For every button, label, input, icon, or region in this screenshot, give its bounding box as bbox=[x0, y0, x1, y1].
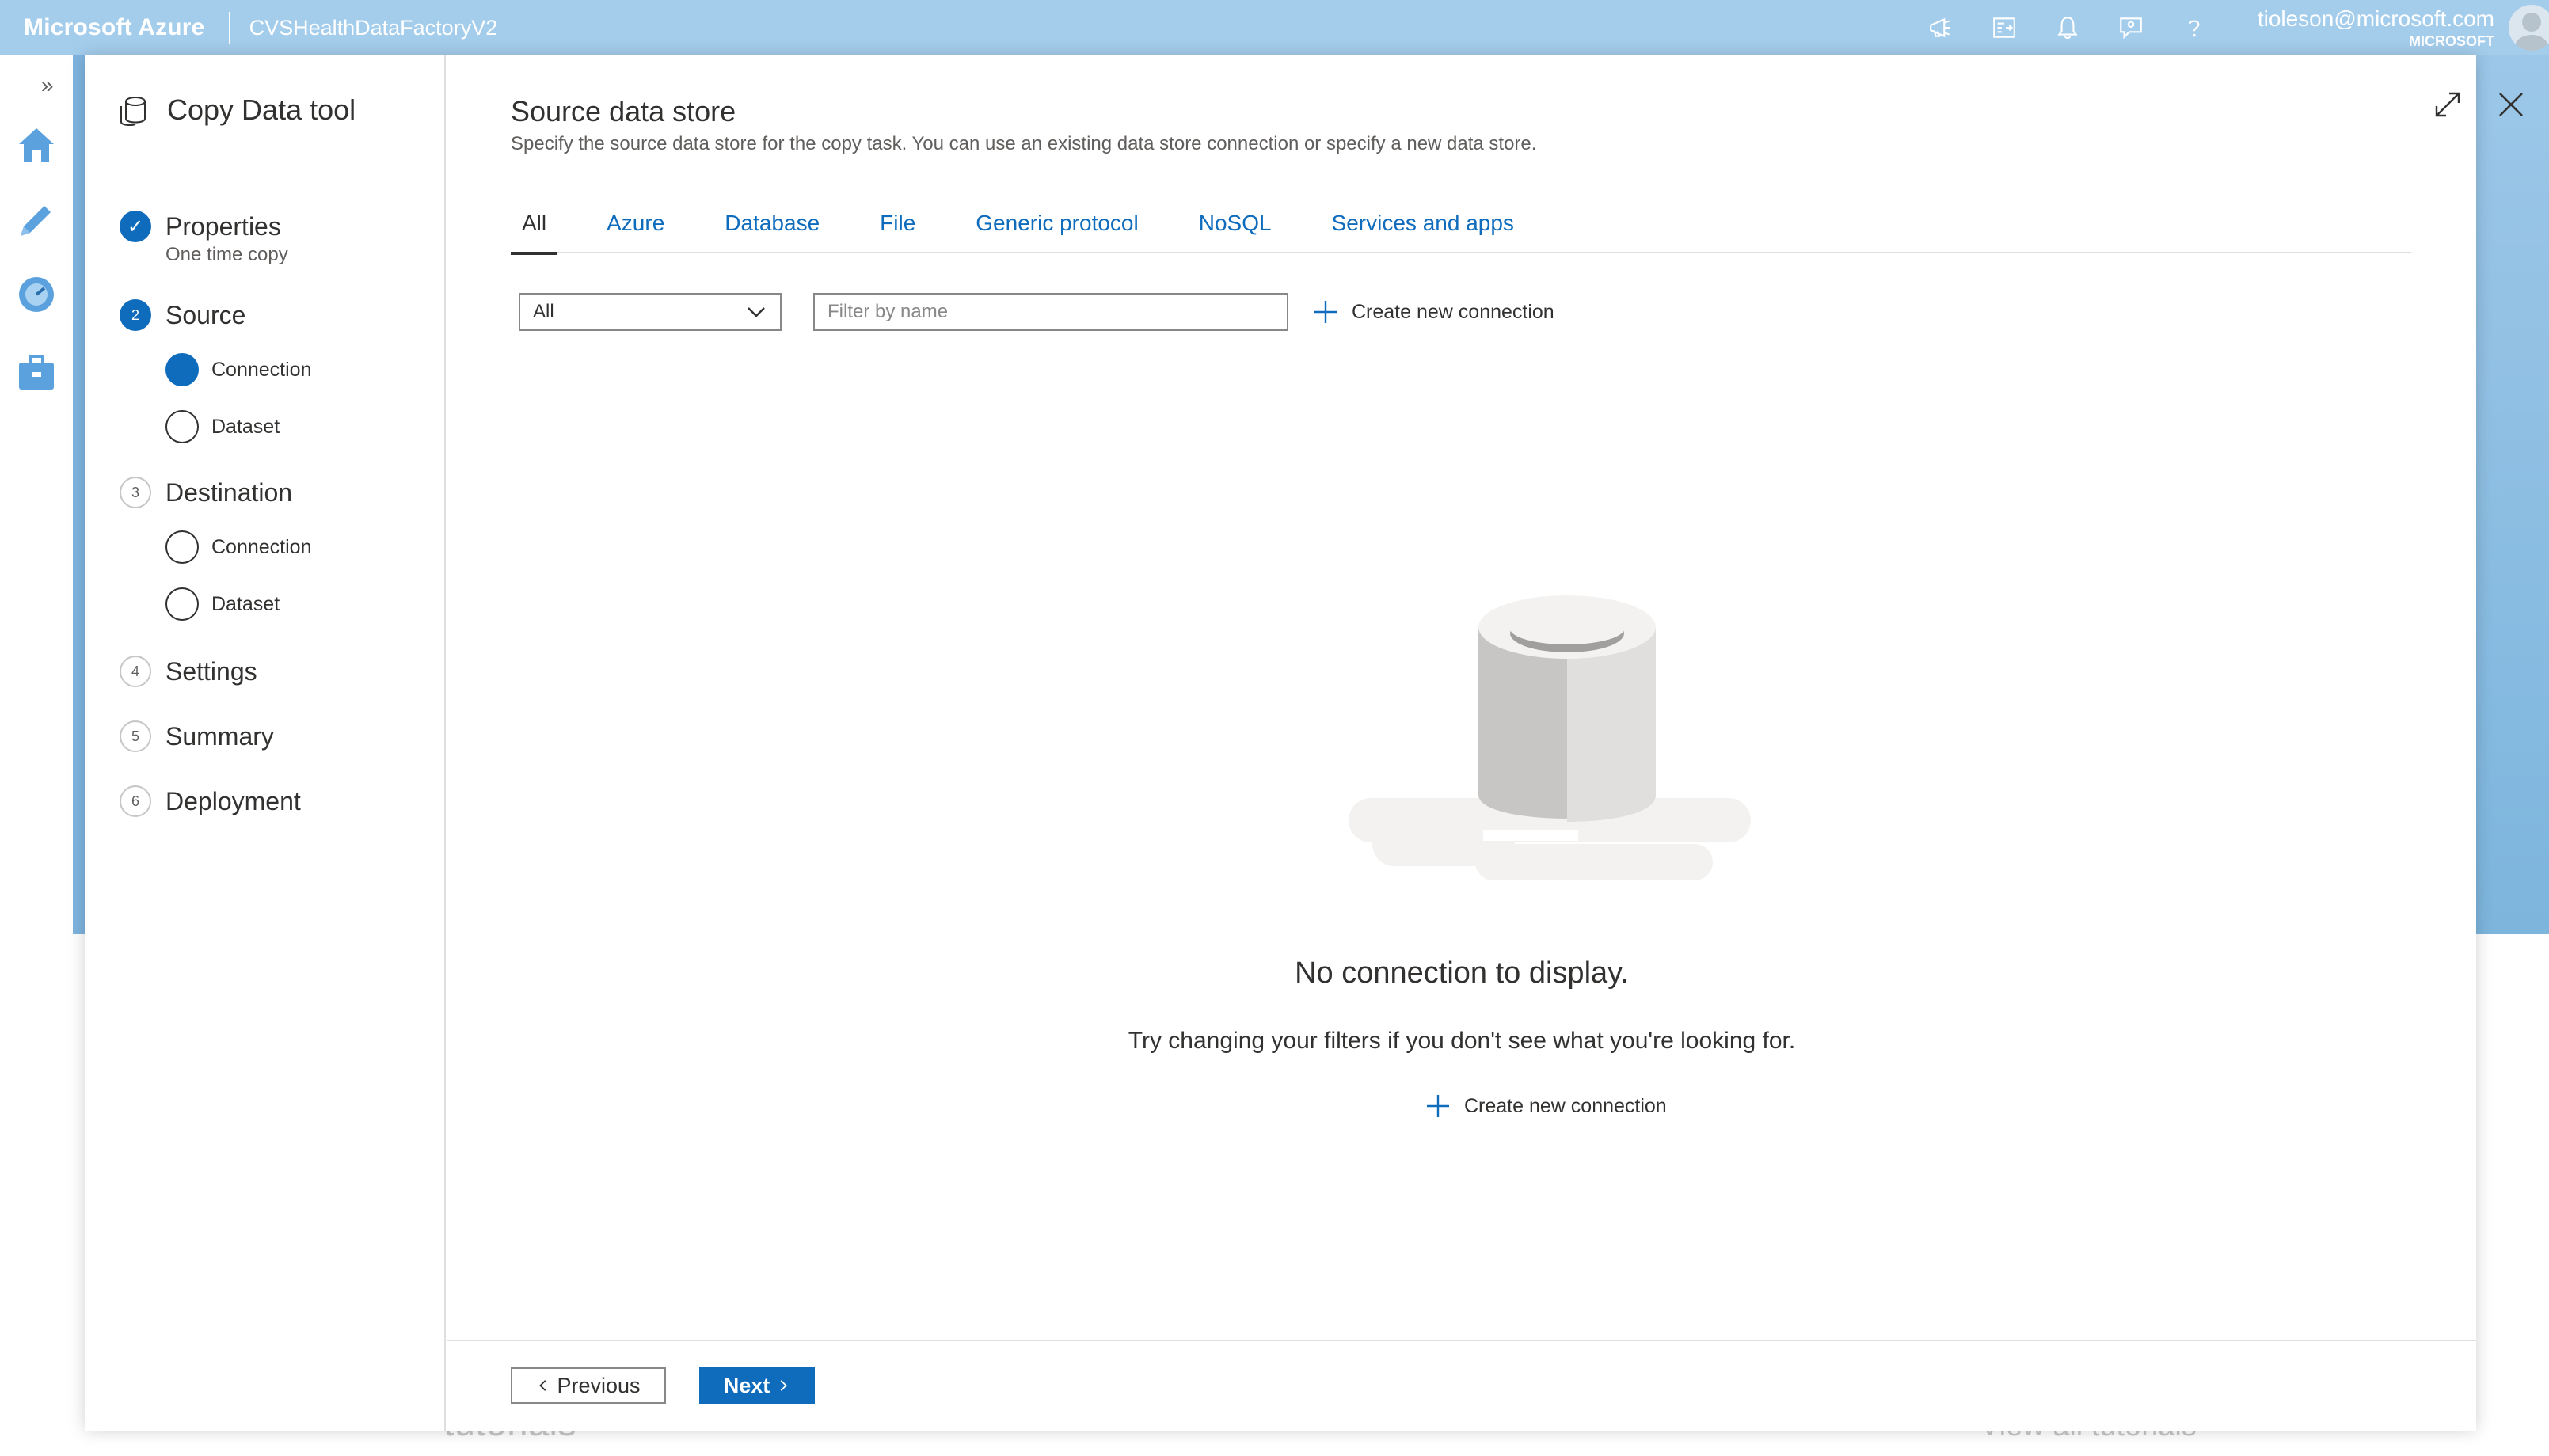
filter-by-name-input[interactable] bbox=[813, 293, 1288, 331]
avatar[interactable] bbox=[2509, 5, 2549, 51]
empty-state-title: No connection to display. bbox=[1295, 956, 1629, 990]
chevron-right-icon bbox=[780, 1380, 788, 1391]
step-number: 6 bbox=[120, 785, 151, 817]
step-label: Settings bbox=[165, 657, 257, 686]
step-label: Summary bbox=[165, 722, 274, 751]
top-icon-group bbox=[1924, 11, 2211, 44]
expand-rail-icon[interactable]: » bbox=[41, 73, 54, 98]
step-sublabel: One time copy bbox=[165, 244, 288, 265]
plus-icon bbox=[1314, 301, 1337, 323]
brand-title[interactable]: Microsoft Azure bbox=[24, 14, 205, 41]
substep-destination-dataset[interactable]: Dataset bbox=[165, 587, 280, 621]
connection-type-select[interactable]: All bbox=[519, 293, 782, 331]
create-new-connection-label: Create new connection bbox=[1352, 300, 1554, 323]
announcement-icon[interactable] bbox=[1924, 11, 1957, 44]
page-description: Specify the source data store for the co… bbox=[511, 133, 1537, 154]
category-tabs: All Azure Database File Generic protocol… bbox=[511, 206, 2411, 255]
brand-separator bbox=[228, 12, 230, 44]
directory-switch-icon[interactable] bbox=[1988, 11, 2021, 44]
substep-label: Dataset bbox=[211, 592, 280, 615]
empty-create-new-connection-button[interactable]: Create new connection bbox=[1425, 1093, 1667, 1120]
substep-radio bbox=[165, 587, 199, 621]
wizard-title-text: Copy Data tool bbox=[167, 93, 356, 126]
tab-file[interactable]: File bbox=[869, 206, 926, 253]
chevron-down-icon bbox=[748, 307, 765, 317]
user-org: MICROSOFT bbox=[2409, 33, 2494, 49]
empty-state-description: Try changing your filters if you don't s… bbox=[1128, 1028, 1796, 1054]
substep-radio bbox=[165, 530, 199, 564]
main-pane: Source data store Specify the source dat… bbox=[447, 55, 2523, 1431]
empty-database-illustration bbox=[1349, 595, 1751, 880]
help-icon[interactable] bbox=[2178, 11, 2211, 44]
step-number: 3 bbox=[120, 477, 151, 508]
copy-data-dialog: Copy Data tool ✓ Properties One time cop… bbox=[85, 55, 2523, 1431]
top-bar: Microsoft Azure CVSHealthDataFactoryV2 t… bbox=[0, 0, 2549, 55]
left-rail: » bbox=[0, 55, 73, 1456]
step-number: 5 bbox=[120, 720, 151, 752]
tab-services-and-apps[interactable]: Services and apps bbox=[1321, 206, 1525, 253]
empty-create-new-connection-label: Create new connection bbox=[1464, 1094, 1667, 1117]
tab-all[interactable]: All bbox=[511, 206, 558, 255]
step-deployment[interactable]: 6 Deployment bbox=[120, 785, 301, 817]
notification-bell-icon[interactable] bbox=[2051, 11, 2084, 44]
close-icon bbox=[2499, 93, 2523, 116]
author-pencil-icon[interactable] bbox=[14, 198, 59, 242]
tab-generic-protocol[interactable]: Generic protocol bbox=[964, 206, 1149, 253]
wizard-footer: Previous Next bbox=[447, 1340, 2476, 1431]
step-summary[interactable]: 5 Summary bbox=[120, 720, 274, 752]
substep-label: Connection bbox=[211, 358, 312, 381]
step-label: Source bbox=[165, 301, 246, 329]
step-label: Destination bbox=[165, 478, 293, 507]
step-destination[interactable]: 3 Destination bbox=[120, 477, 292, 508]
substep-radio bbox=[165, 410, 199, 443]
step-number: 4 bbox=[120, 656, 151, 687]
plus-icon bbox=[1427, 1095, 1449, 1117]
step-check-icon: ✓ bbox=[120, 211, 151, 242]
substep-source-dataset[interactable]: Dataset bbox=[165, 410, 280, 443]
previous-label: Previous bbox=[557, 1373, 641, 1397]
create-new-connection-button[interactable]: Create new connection bbox=[1312, 298, 1554, 325]
tab-azure[interactable]: Azure bbox=[595, 206, 675, 253]
step-properties[interactable]: ✓ Properties One time copy bbox=[120, 211, 288, 266]
step-number: 2 bbox=[120, 299, 151, 331]
substep-label: Dataset bbox=[211, 415, 280, 438]
chevron-left-icon bbox=[539, 1380, 546, 1391]
tab-nosql[interactable]: NoSQL bbox=[1188, 206, 1283, 253]
feedback-icon[interactable] bbox=[2114, 11, 2148, 44]
page-title: Source data store bbox=[511, 95, 736, 127]
connection-type-value: All bbox=[533, 301, 554, 322]
filter-row: All Create new connection bbox=[519, 293, 1554, 331]
maximize-button[interactable] bbox=[2429, 86, 2467, 124]
factory-name[interactable]: CVSHealthDataFactoryV2 bbox=[249, 16, 498, 40]
step-settings[interactable]: 4 Settings bbox=[120, 656, 257, 687]
monitor-icon[interactable] bbox=[14, 272, 59, 317]
wizard-title: Copy Data tool bbox=[116, 93, 356, 127]
previous-button[interactable]: Previous bbox=[511, 1367, 666, 1404]
step-source[interactable]: 2 Source bbox=[120, 299, 245, 331]
next-button[interactable]: Next bbox=[699, 1367, 815, 1404]
manage-toolbox-icon[interactable] bbox=[14, 350, 59, 394]
close-button[interactable] bbox=[2492, 86, 2530, 124]
home-icon[interactable] bbox=[14, 122, 59, 166]
step-label: Properties bbox=[165, 212, 281, 241]
substep-source-connection[interactable]: Connection bbox=[165, 353, 311, 386]
substep-label: Connection bbox=[211, 535, 312, 558]
step-label: Deployment bbox=[165, 787, 301, 815]
substep-radio bbox=[165, 353, 199, 386]
expand-icon bbox=[2435, 92, 2460, 117]
wizard-steps-pane: Copy Data tool ✓ Properties One time cop… bbox=[85, 55, 446, 1431]
tab-database[interactable]: Database bbox=[713, 206, 831, 253]
user-email: tioleson@microsoft.com bbox=[2257, 6, 2494, 31]
substep-destination-connection[interactable]: Connection bbox=[165, 530, 311, 564]
next-label: Next bbox=[723, 1373, 770, 1397]
user-account[interactable]: tioleson@microsoft.com MICROSOFT bbox=[2257, 6, 2494, 50]
copy-data-icon bbox=[120, 97, 146, 126]
